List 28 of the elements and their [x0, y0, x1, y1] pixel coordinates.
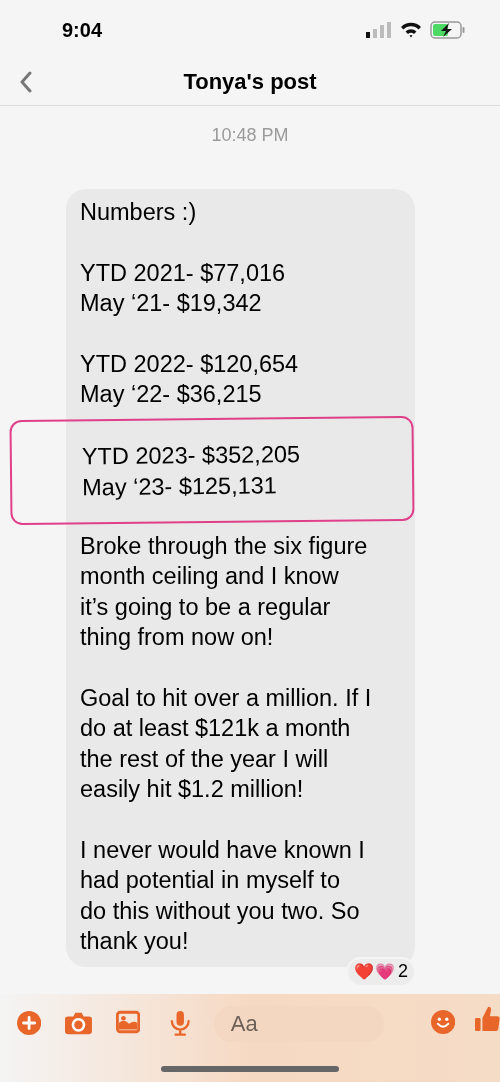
message-text: YTD 2021- $77,016 [80, 258, 286, 288]
back-icon [19, 71, 33, 93]
reaction-emoji: ❤ [354, 963, 374, 980]
add-icon[interactable] [17, 1010, 42, 1036]
emoji-icon[interactable] [430, 1009, 455, 1035]
message-timestamp: 10:48 PM [211, 124, 289, 147]
reaction-count: 2 [398, 960, 408, 983]
message-text: Broke through the six figure month ceiling and I know it’s going to be a regular thing from now on! [80, 531, 368, 652]
message-field[interactable]: Aa [213, 1006, 384, 1042]
reaction-emoji: 💗 [375, 963, 395, 980]
microphone-icon[interactable] [170, 1010, 191, 1037]
signal-icon [366, 22, 392, 38]
wifi-icon [400, 22, 422, 38]
image-icon[interactable] [116, 1010, 141, 1034]
message-text: YTD 2023- $352,205 [81, 439, 301, 471]
header-title: Tonya's post [183, 68, 317, 96]
message-text: May ‘23- $125,131 [82, 470, 277, 502]
camera-icon[interactable] [65, 1011, 93, 1035]
message-text: May ‘22- $36,215 [80, 380, 262, 409]
message-text: Numbers :) [80, 198, 197, 227]
thumbs-up-icon[interactable] [474, 1005, 500, 1033]
message-text: May ‘21- $19,342 [80, 289, 262, 318]
reactions-pill[interactable]: ❤💗 2 [346, 956, 416, 987]
message-text: YTD 2022- $120,654 [80, 349, 299, 379]
battery-charging-icon [430, 21, 466, 39]
message-text: I never would have known I had potential in myself to do this without you two. So thank you! [80, 835, 365, 956]
message-text: Goal to hit over a million. If I do at least $121k a month the rest of the year I will easily hit $1.2 million! [80, 683, 372, 804]
status-time: 9:04 [62, 18, 103, 43]
